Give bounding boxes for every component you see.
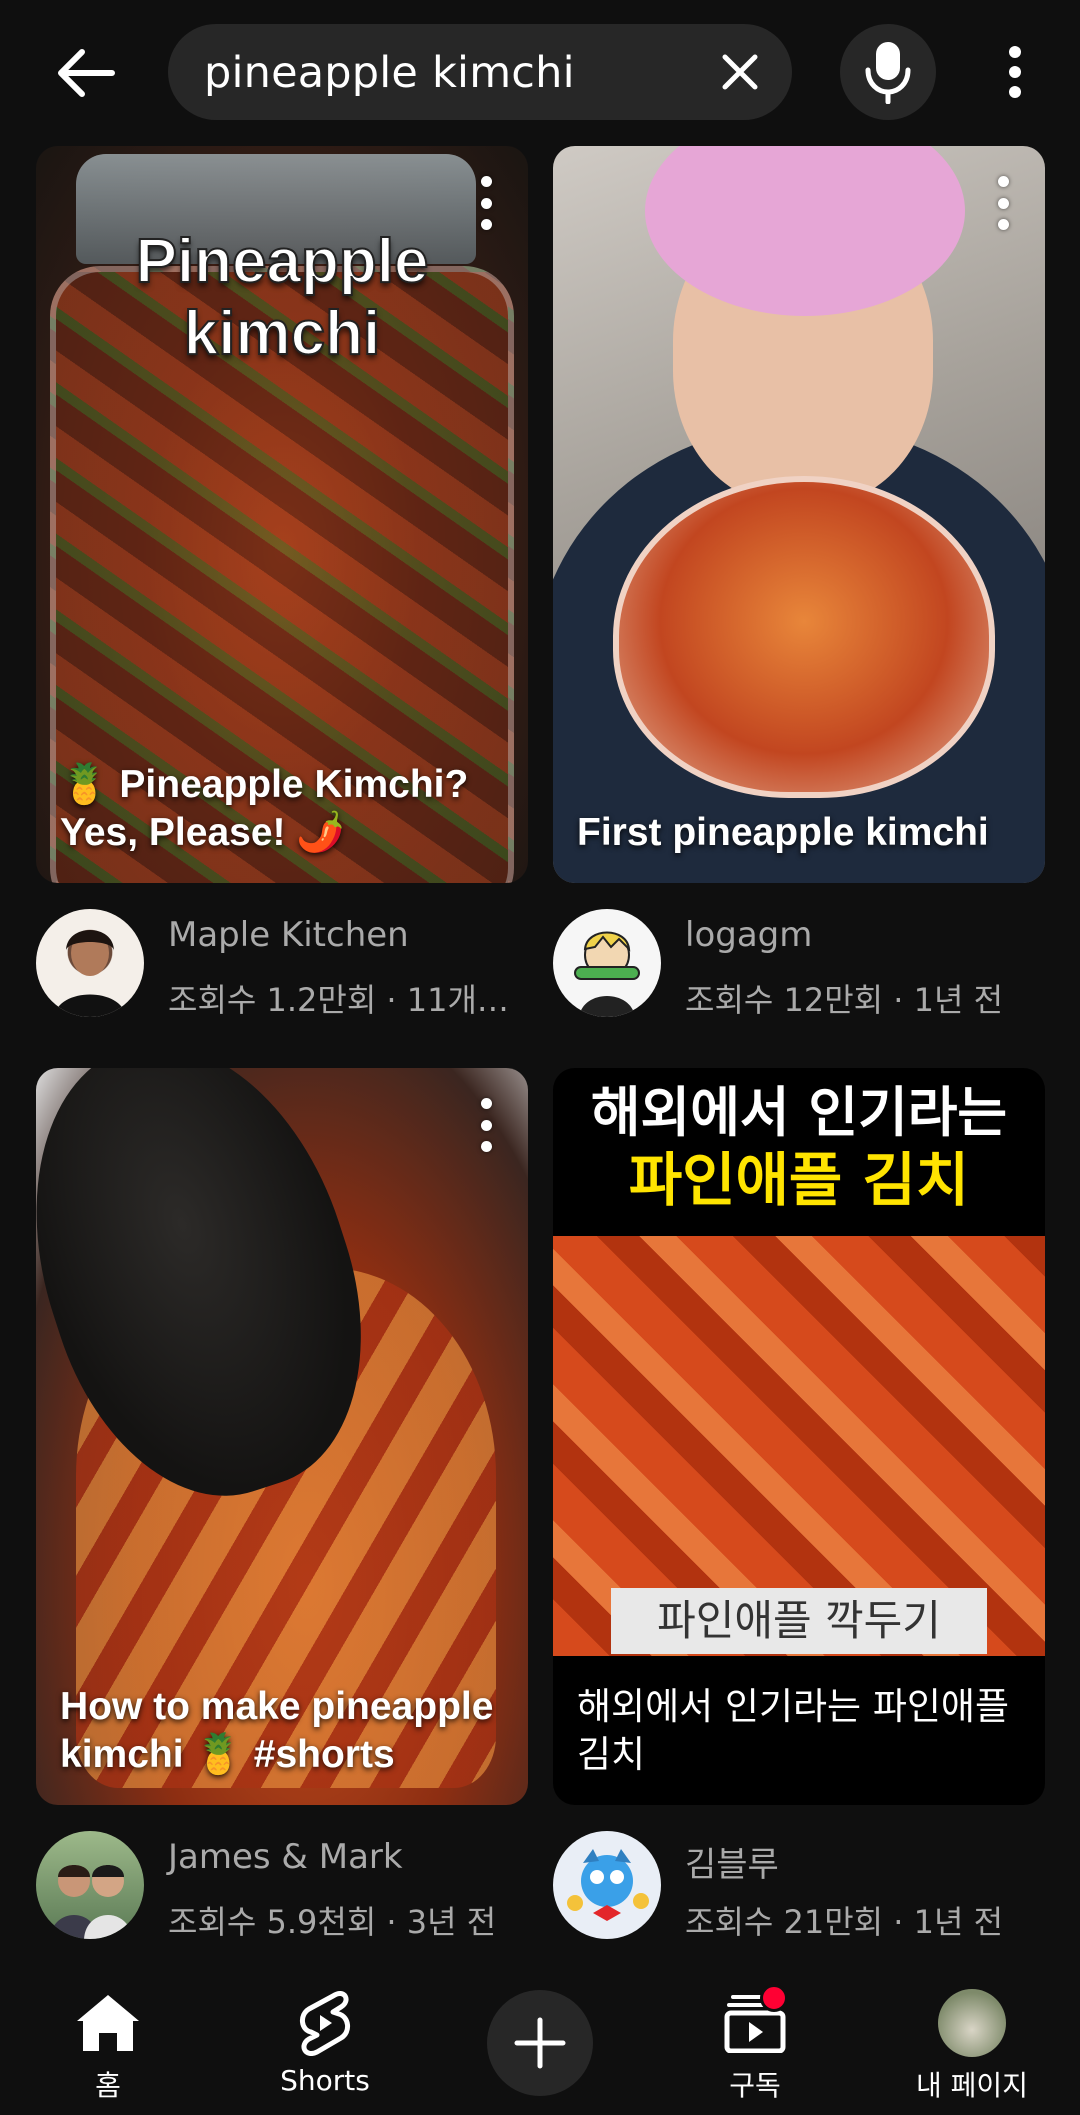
arrow-left-icon [58, 49, 115, 97]
short-thumbnail[interactable]: Pineapple kimchi 🍍 Pineapple Kimchi? Yes… [36, 146, 528, 883]
nav-you[interactable]: 내 페이지 [872, 1966, 1072, 2115]
short-thumbnail[interactable]: How to make pineapple kimchi 🍍 #shorts [36, 1068, 528, 1805]
nav-label: Shorts [280, 2064, 370, 2097]
home-icon [73, 1988, 143, 2058]
thumbnail-caption: 파인애플 깍두기 [611, 1588, 987, 1654]
cartoon-avatar-icon [567, 1849, 649, 1921]
notification-dot [760, 1984, 788, 2012]
channel-name[interactable]: Maple Kitchen [168, 915, 409, 955]
view-stats: 조회수 21만회 · 1년 전 [685, 1903, 1004, 1941]
microphone-icon [865, 42, 911, 104]
short-meta: 김블루 조회수 21만회 · 1년 전 [553, 1805, 1045, 1955]
short-title: 🍍 Pineapple Kimchi? Yes, Please! 🌶️ [60, 763, 469, 854]
channel-avatar[interactable] [36, 909, 144, 1017]
channel-name[interactable]: 김블루 [685, 1837, 779, 1886]
channel-avatar[interactable] [36, 1831, 144, 1939]
subscriptions-icon [720, 1984, 790, 2058]
clear-search-button[interactable] [714, 46, 766, 98]
view-stats: 조회수 5.9천회 · 3년 전 [168, 1903, 497, 1941]
shorts-icon [290, 1988, 360, 2058]
short-thumbnail[interactable]: First pineapple kimchi [553, 146, 1045, 883]
short-options-button[interactable] [474, 1098, 498, 1152]
short-title: How to make pineapple kimchi 🍍 #shorts [60, 1685, 494, 1776]
cartoon-avatar-icon [574, 931, 640, 1017]
short-card[interactable]: 해외에서 인기라는 파인애플 김치 파인애플 깍두기 해외에서 인기라는 파인애… [553, 1068, 1045, 1955]
search-query[interactable]: pineapple kimchi [204, 48, 575, 98]
nav-shorts[interactable]: Shorts [225, 1966, 425, 2115]
create-button[interactable] [487, 1990, 593, 2096]
channel-avatar[interactable] [553, 909, 661, 1017]
short-title: 해외에서 인기라는 파인애플 김치 [577, 1685, 1010, 1776]
search-input[interactable]: pineapple kimchi [168, 24, 792, 120]
short-card[interactable]: Pineapple kimchi 🍍 Pineapple Kimchi? Yes… [36, 146, 528, 1033]
kebab-menu-icon [1009, 46, 1021, 98]
nav-label: 내 페이지 [916, 2069, 1028, 2102]
short-thumbnail[interactable]: 해외에서 인기라는 파인애플 김치 파인애플 깍두기 해외에서 인기라는 파인애… [553, 1068, 1045, 1805]
nav-home[interactable]: 홈 [8, 1966, 208, 2115]
voice-search-button[interactable] [840, 24, 936, 120]
more-options-button[interactable] [990, 36, 1040, 108]
back-button[interactable] [46, 38, 126, 108]
thumbnail-art [613, 476, 995, 798]
close-icon [722, 54, 758, 90]
bottom-navigation: 홈 Shorts 구독 내 페이지 [0, 1966, 1080, 2115]
short-meta: logagm 조회수 12만회 · 1년 전 [553, 883, 1045, 1033]
nav-label: 구독 [729, 2069, 781, 2102]
view-stats: 조회수 1.2만회 · 11개… [168, 981, 509, 1019]
person-avatar-icon [54, 930, 126, 1017]
channel-name[interactable]: logagm [685, 915, 812, 955]
thumbnail-heading: Pineapple kimchi [135, 226, 430, 369]
nav-subscriptions[interactable]: 구독 [655, 1966, 855, 2115]
short-title: First pineapple kimchi [577, 811, 989, 854]
people-avatar-icon [50, 1865, 132, 1939]
channel-name[interactable]: James & Mark [168, 1837, 403, 1877]
plus-icon [514, 2017, 566, 2069]
thumbnail-heading-highlight: 파인애플 김치 [628, 1146, 970, 1214]
channel-avatar[interactable] [553, 1831, 661, 1939]
profile-avatar [937, 1988, 1007, 2058]
short-options-button[interactable] [474, 176, 498, 230]
nav-label: 홈 [95, 2069, 121, 2102]
short-meta: James & Mark 조회수 5.9천회 · 3년 전 [36, 1805, 528, 1955]
view-stats: 조회수 12만회 · 1년 전 [685, 981, 1004, 1019]
search-header: pineapple kimchi [0, 0, 1080, 140]
thumbnail-heading: 해외에서 인기라는 [590, 1081, 1008, 1144]
short-meta: Maple Kitchen 조회수 1.2만회 · 11개… [36, 883, 528, 1033]
short-card[interactable]: First pineapple kimchi logagm 조회수 12만회 ·… [553, 146, 1045, 1033]
short-options-button[interactable] [991, 176, 1015, 230]
short-card[interactable]: How to make pineapple kimchi 🍍 #shorts J… [36, 1068, 528, 1955]
dog-avatar-icon [938, 1989, 1006, 2057]
